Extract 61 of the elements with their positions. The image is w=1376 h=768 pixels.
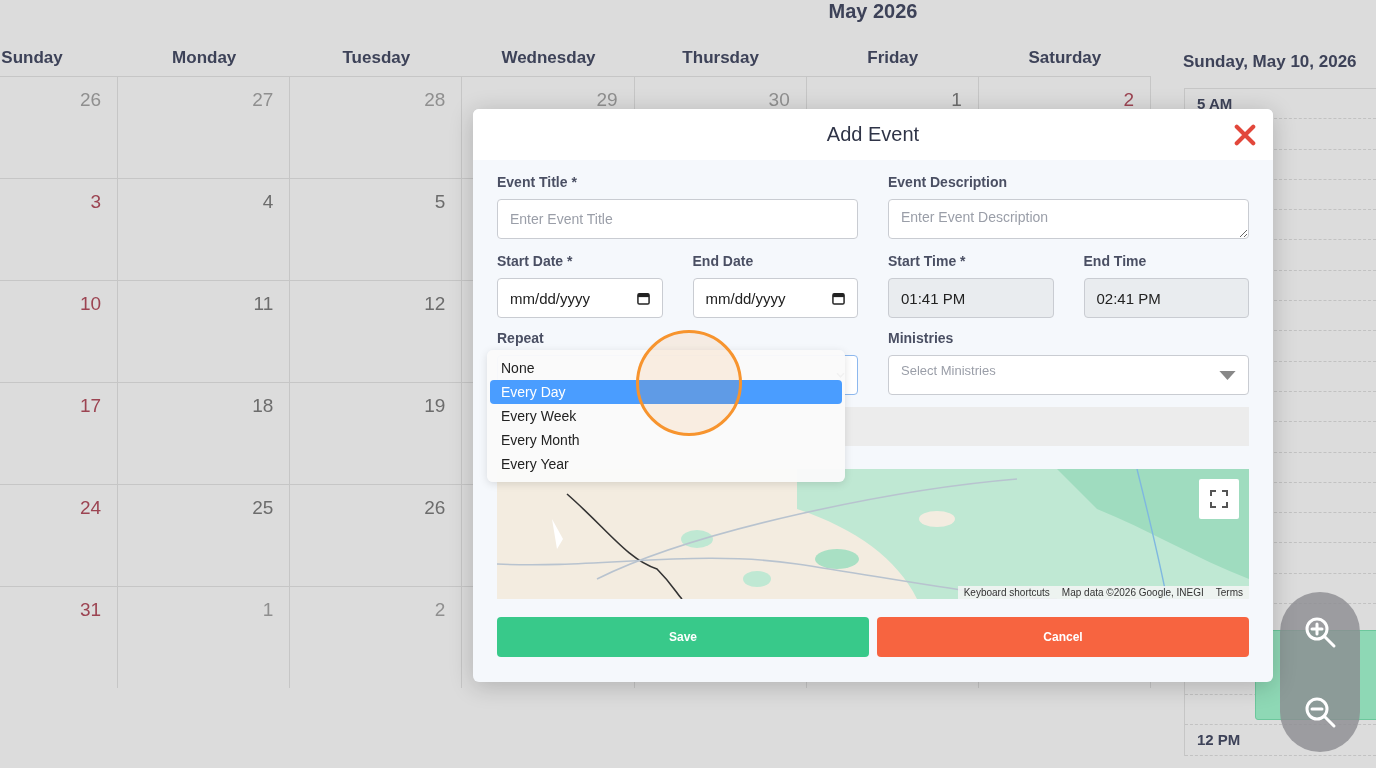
title-field[interactable]: Enter Event Title	[497, 199, 858, 239]
day-number: 25	[252, 497, 274, 519]
day-number: 1	[262, 599, 274, 621]
field-label: Repeat	[497, 330, 545, 346]
day-number: 31	[80, 599, 102, 621]
day-number: 3	[90, 191, 102, 213]
repeat-option[interactable]: Every Year	[490, 452, 842, 476]
fullscreen-icon	[1210, 490, 1228, 508]
time-field[interactable]: 02:41 PM	[1083, 278, 1249, 318]
day-number: 5	[434, 191, 446, 213]
day-number: 29	[596, 89, 618, 111]
weekday-header: Monday	[172, 48, 237, 68]
day-number: 2	[1123, 89, 1134, 111]
day-number: 2	[434, 599, 446, 621]
calendar-icon	[636, 291, 650, 305]
day-number: 28	[424, 89, 446, 111]
day-number: 12	[424, 293, 446, 315]
day-number: 24	[80, 497, 102, 519]
day-number: 17	[80, 395, 102, 417]
dialog-title: Add Event	[826, 123, 920, 146]
date-field[interactable]: mm/dd/yyyy	[692, 278, 858, 318]
day-title: Sunday, May 10, 2026	[1182, 51, 1358, 73]
day-number: 27	[252, 89, 274, 111]
map-attribution-link[interactable]: Terms	[1209, 586, 1249, 599]
time-label: 12 PM	[1197, 731, 1241, 749]
field-label: Ministries	[888, 330, 955, 346]
day-number: 10	[80, 293, 102, 315]
map-attribution-link[interactable]: Keyboard shortcuts	[957, 586, 1056, 599]
day-number: 26	[80, 89, 102, 111]
day-number: 26	[424, 497, 446, 519]
repeat-option[interactable]: None	[490, 356, 842, 380]
weekday-header: Thursday	[682, 48, 759, 68]
fullscreen-button[interactable]	[1199, 479, 1239, 519]
field-label: End Date	[692, 253, 755, 269]
day-number: 4	[262, 191, 274, 213]
weekday-header: Wednesday	[501, 48, 596, 68]
field-label: End Time	[1083, 253, 1148, 269]
repeat-option[interactable]: Every Month	[490, 428, 842, 452]
field-label: Event Title *	[497, 174, 578, 190]
close-icon[interactable]	[1234, 124, 1256, 146]
description-field[interactable]: Enter Event Description	[888, 199, 1249, 239]
day-number: 18	[252, 395, 274, 417]
time-label: 5 AM	[1197, 95, 1233, 113]
time-field[interactable]: 01:41 PM	[888, 278, 1054, 318]
day-number: 11	[253, 293, 274, 315]
repeat-option[interactable]: Every Week	[490, 404, 842, 428]
field-label: Event Description	[888, 174, 1009, 190]
field-label: Start Date *	[497, 253, 574, 269]
day-number: 1	[951, 89, 962, 111]
weekday-header: Saturday	[1028, 48, 1102, 68]
weekday-header: Sunday	[1, 48, 63, 68]
map-attribution-link[interactable]: Map data ©2026 Google, INEGI	[1055, 586, 1210, 599]
field-label: Start Time *	[888, 253, 967, 269]
caret-icon	[1219, 370, 1236, 380]
weekday-header: Friday	[867, 48, 919, 68]
day-number: 19	[424, 395, 446, 417]
weekday-header: Tuesday	[342, 48, 411, 68]
calendar-icon	[832, 291, 845, 305]
month-title: May 2026	[827, 0, 919, 24]
date-field[interactable]: mm/dd/yyyy	[497, 278, 663, 318]
day-number: 30	[768, 89, 790, 111]
